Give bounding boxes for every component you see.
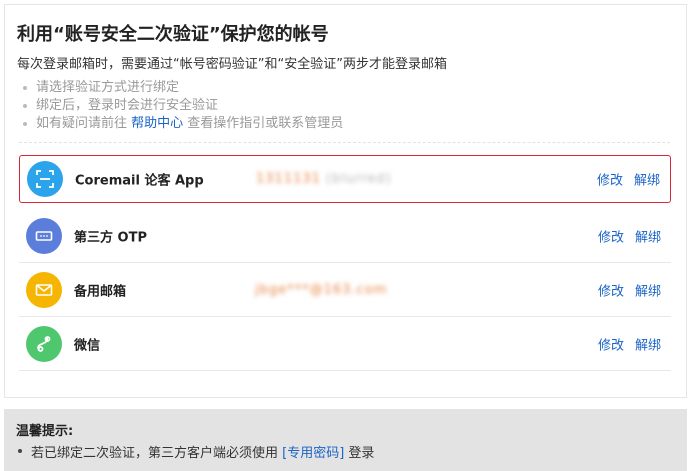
tip-item: 如有疑问请前往 帮助中心 查看操作指引或联系管理员 — [23, 115, 343, 133]
method-row-wechat: 微信 修改 解绑 — [19, 318, 671, 371]
masked-email: jbge***@163.com — [255, 282, 388, 298]
page-subtitle: 每次登录邮箱时，需要通过“帐号密码验证”和“安全验证”两步才能登录邮箱 — [17, 57, 447, 72]
notice-title: 温馨提示: — [16, 424, 74, 439]
wechat-icon — [26, 326, 62, 362]
notice-panel: 温馨提示: 若已绑定二次验证，第三方客户端必须使用 [专用密码] 登录 — [4, 409, 687, 471]
unbind-button[interactable]: 解绑 — [635, 227, 661, 246]
modify-button[interactable]: 修改 — [598, 335, 624, 354]
method-row-otp: 第三方 OTP 修改 解绑 — [19, 210, 671, 263]
tip-item: 请选择验证方式进行绑定 — [23, 79, 343, 97]
unbind-button[interactable]: 解绑 — [634, 170, 660, 189]
app-password-link[interactable]: [专用密码] — [282, 446, 344, 461]
modify-button[interactable]: 修改 — [597, 170, 623, 189]
tip-text: 查看操作指引或联系管理员 — [183, 116, 344, 131]
tip-text: 如有疑问请前往 — [36, 116, 132, 131]
tips-list: 请选择验证方式进行绑定 绑定后，登录时会进行安全验证 如有疑问请前往 帮助中心 … — [23, 79, 343, 133]
scan-icon — [27, 161, 63, 197]
unbind-button[interactable]: 解绑 — [635, 281, 661, 300]
method-row-coremail: Coremail 论客 App 1311131 (blurred) 修改 解绑 — [19, 155, 671, 203]
divider — [19, 142, 670, 143]
method-label: 备用邮箱 — [74, 284, 127, 300]
otp-icon — [26, 218, 62, 254]
security-card: 利用“账号安全二次验证”保护您的帐号 每次登录邮箱时，需要通过“帐号密码验证”和… — [4, 4, 687, 398]
method-label: 第三方 OTP — [74, 230, 147, 246]
method-label: 微信 — [74, 338, 101, 354]
help-center-link[interactable]: 帮助中心 — [131, 116, 183, 131]
unbind-button[interactable]: 解绑 — [635, 335, 661, 354]
modify-button[interactable]: 修改 — [598, 227, 624, 246]
notice-line: 若已绑定二次验证，第三方客户端必须使用 [专用密码] 登录 — [18, 442, 374, 461]
page-title: 利用“账号安全二次验证”保护您的帐号 — [17, 24, 329, 45]
method-label: Coremail 论客 App — [75, 173, 204, 189]
tip-item: 绑定后，登录时会进行安全验证 — [23, 97, 343, 115]
modify-button[interactable]: 修改 — [598, 281, 624, 300]
masked-account: 1311131 (blurred) — [256, 171, 392, 187]
method-row-backup-email: 备用邮箱 jbge***@163.com 修改 解绑 — [19, 264, 671, 317]
mail-icon — [26, 272, 62, 308]
